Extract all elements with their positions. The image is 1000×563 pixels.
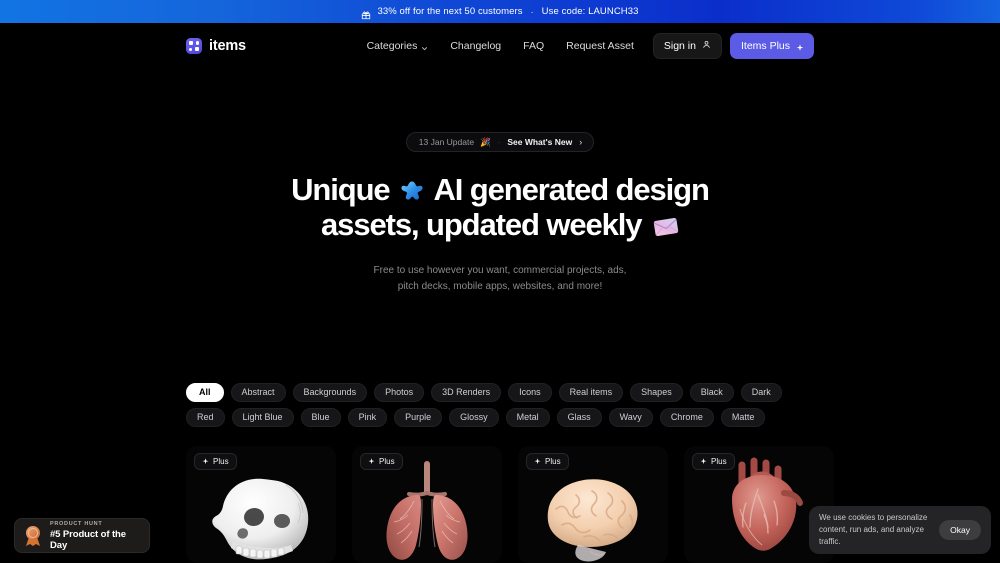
medal-ribbon-icon (24, 525, 42, 547)
category-filter-bar: All Abstract Backgrounds Photos 3D Renders Ic… (186, 383, 814, 427)
sparkle-icon (796, 43, 804, 51)
asset-card-lungs[interactable]: Plus (352, 446, 502, 563)
plus-badge: Plus (526, 453, 569, 470)
user-icon (702, 40, 711, 52)
filter-chip-matte[interactable]: Matte (720, 408, 766, 427)
hero-subtitle-line-1: Free to use however you want, commercial… (373, 265, 627, 276)
items-logo-icon (186, 38, 202, 54)
page-title: Unique AI generated design assets, updat… (0, 172, 1000, 242)
chevron-right-icon: › (579, 137, 583, 147)
pink-envelope-shape-icon (653, 210, 679, 237)
filter-chip-abstract[interactable]: Abstract (230, 383, 286, 402)
product-hunt-badge[interactable]: PRODUCT HUNT #5 Product of the Day (14, 518, 150, 553)
promo-banner[interactable]: 33% off for the next 50 customers · Use … (0, 0, 1000, 23)
page-root: 33% off for the next 50 customers · Use … (0, 0, 1000, 563)
hero-subtitle-line-2: pitch decks, mobile apps, websites, and … (397, 281, 603, 292)
nav-label-request-asset: Request Asset (566, 40, 634, 52)
product-hunt-title: #5 Product of the Day (50, 528, 126, 551)
headline-line-2: assets, updated weekly (0, 207, 1000, 242)
asset-card-skull[interactable]: Plus (186, 446, 336, 563)
plus-badge-label: Plus (379, 457, 395, 466)
filter-chip-shapes[interactable]: Shapes (630, 383, 683, 402)
nav-item-changelog[interactable]: Changelog (439, 34, 512, 58)
filter-chip-black[interactable]: Black (689, 383, 734, 402)
filter-chip-dark[interactable]: Dark (740, 383, 782, 402)
sparkle-icon (202, 458, 209, 465)
cookie-consent-banner: We use cookies to personalize content, r… (809, 506, 991, 554)
items-plus-button[interactable]: Items Plus (729, 33, 814, 59)
nav-item-categories[interactable]: Categories (356, 34, 440, 58)
promo-code-text: Use code: LAUNCH33 (541, 6, 639, 17)
pill-separator: · (497, 137, 501, 147)
plus-badge-label: Plus (711, 457, 727, 466)
product-hunt-kicker: PRODUCT HUNT (50, 520, 103, 527)
blue-cross-shape-icon (399, 177, 425, 203)
cookie-accept-button[interactable]: Okay (939, 520, 981, 540)
filter-chip-photos[interactable]: Photos (374, 383, 425, 402)
plus-badge: Plus (194, 453, 237, 470)
party-popper-icon: 🎉 (480, 136, 491, 147)
brand-name: items (209, 38, 246, 54)
filter-chip-chrome[interactable]: Chrome (659, 408, 714, 427)
plus-badge-label: Plus (213, 457, 229, 466)
asset-card-brain[interactable]: Plus (518, 446, 668, 563)
gift-icon (361, 7, 371, 19)
filter-chip-light-blue[interactable]: Light Blue (231, 408, 294, 427)
plus-badge: Plus (360, 453, 403, 470)
sparkle-icon (368, 458, 375, 465)
filter-chip-3d-renders[interactable]: 3D Renders (431, 383, 502, 402)
filter-chip-real-items[interactable]: Real items (558, 383, 624, 402)
product-hunt-text: PRODUCT HUNT #5 Product of the Day (50, 521, 140, 551)
filter-chip-wavy[interactable]: Wavy (608, 408, 653, 427)
filter-chip-icons[interactable]: Icons (508, 383, 552, 402)
sparkle-icon (534, 458, 541, 465)
site-header: items Categories Changelog FAQ Request A… (0, 23, 1000, 69)
nav-item-request-asset[interactable]: Request Asset (555, 34, 645, 58)
nav-label-changelog: Changelog (450, 40, 502, 52)
promo-banner-content: 33% off for the next 50 customers · Use … (361, 6, 639, 19)
filter-chip-all[interactable]: All (186, 383, 224, 402)
brand-logo[interactable]: items (186, 38, 246, 54)
headline-word-unique: Unique (291, 172, 391, 207)
hero-section: 13 Jan Update 🎉 · See What's New › Uniqu… (0, 69, 1000, 295)
nav-item-faq[interactable]: FAQ (512, 34, 555, 58)
filter-chip-red[interactable]: Red (186, 408, 225, 427)
cookie-message: We use cookies to personalize content, r… (819, 513, 928, 546)
hero-subtitle: Free to use however you want, commercial… (0, 263, 1000, 295)
filter-chip-pink[interactable]: Pink (347, 408, 388, 427)
plus-badge: Plus (692, 453, 735, 470)
headline-phrase-1b: AI generated design (433, 172, 709, 207)
nav-label-faq: FAQ (523, 40, 545, 52)
promo-separator: · (530, 6, 534, 17)
asset-gallery: Plus Plus Plus Plus (186, 446, 834, 563)
nav-label-categories: Categories (366, 40, 418, 52)
sign-in-button[interactable]: Sign in (652, 33, 722, 59)
filter-chip-purple[interactable]: Purple (394, 408, 443, 427)
filter-chip-metal[interactable]: Metal (505, 408, 550, 427)
see-whats-new-label: See What's New (507, 137, 573, 147)
plus-badge-label: Plus (545, 457, 561, 466)
filter-chip-glass[interactable]: Glass (556, 408, 602, 427)
chevron-down-icon (421, 43, 428, 50)
filter-chip-glossy[interactable]: Glossy (449, 408, 499, 427)
update-date-label: 13 Jan Update (418, 137, 475, 147)
sign-in-label: Sign in (663, 40, 696, 52)
main-nav: Categories Changelog FAQ Request Asset S… (356, 33, 814, 59)
items-plus-label: Items Plus (740, 40, 790, 52)
headline-phrase-2: assets, updated weekly (321, 207, 643, 242)
update-announcement-pill[interactable]: 13 Jan Update 🎉 · See What's New › (405, 132, 595, 152)
headline-line-1: Unique AI generated design (0, 172, 1000, 207)
promo-text: 33% off for the next 50 customers (377, 6, 523, 17)
filter-chip-blue[interactable]: Blue (300, 408, 341, 427)
sparkle-icon (700, 458, 707, 465)
filter-chip-backgrounds[interactable]: Backgrounds (292, 383, 368, 402)
